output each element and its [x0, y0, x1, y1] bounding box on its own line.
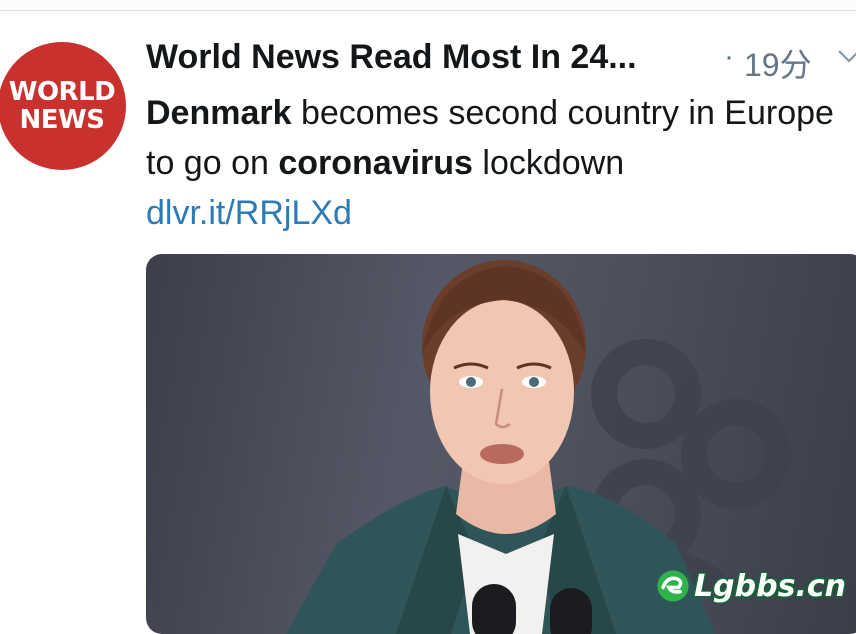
- timestamp[interactable]: 19分: [744, 40, 812, 86]
- tweet-text-bold-2: coronavirus: [278, 144, 473, 182]
- chevron-down-icon[interactable]: [836, 44, 856, 70]
- tweet-text-part-4: lockdown: [472, 144, 625, 182]
- separator-dot: ·: [724, 40, 734, 73]
- avatar-text-line2: NEWS: [19, 105, 105, 135]
- watermark-logo-icon: [657, 570, 689, 602]
- watermark-text: Lgbbs.cn: [694, 568, 846, 604]
- top-divider: [0, 0, 856, 11]
- tweet-text: Denmark becomes second country in Europe…: [146, 88, 846, 238]
- avatar-text-line1: WORLD: [8, 77, 116, 107]
- tweet-link[interactable]: dlvr.it/RRjLXd: [146, 194, 352, 232]
- avatar[interactable]: WORLD NEWS: [0, 42, 126, 170]
- tweet-header: World News Read Most In 24... · 19分: [146, 30, 856, 90]
- author-name[interactable]: World News Read Most In 24...: [146, 38, 637, 77]
- tweet-text-bold-1: Denmark: [146, 94, 292, 132]
- watermark: Lgbbs.cn: [656, 556, 846, 616]
